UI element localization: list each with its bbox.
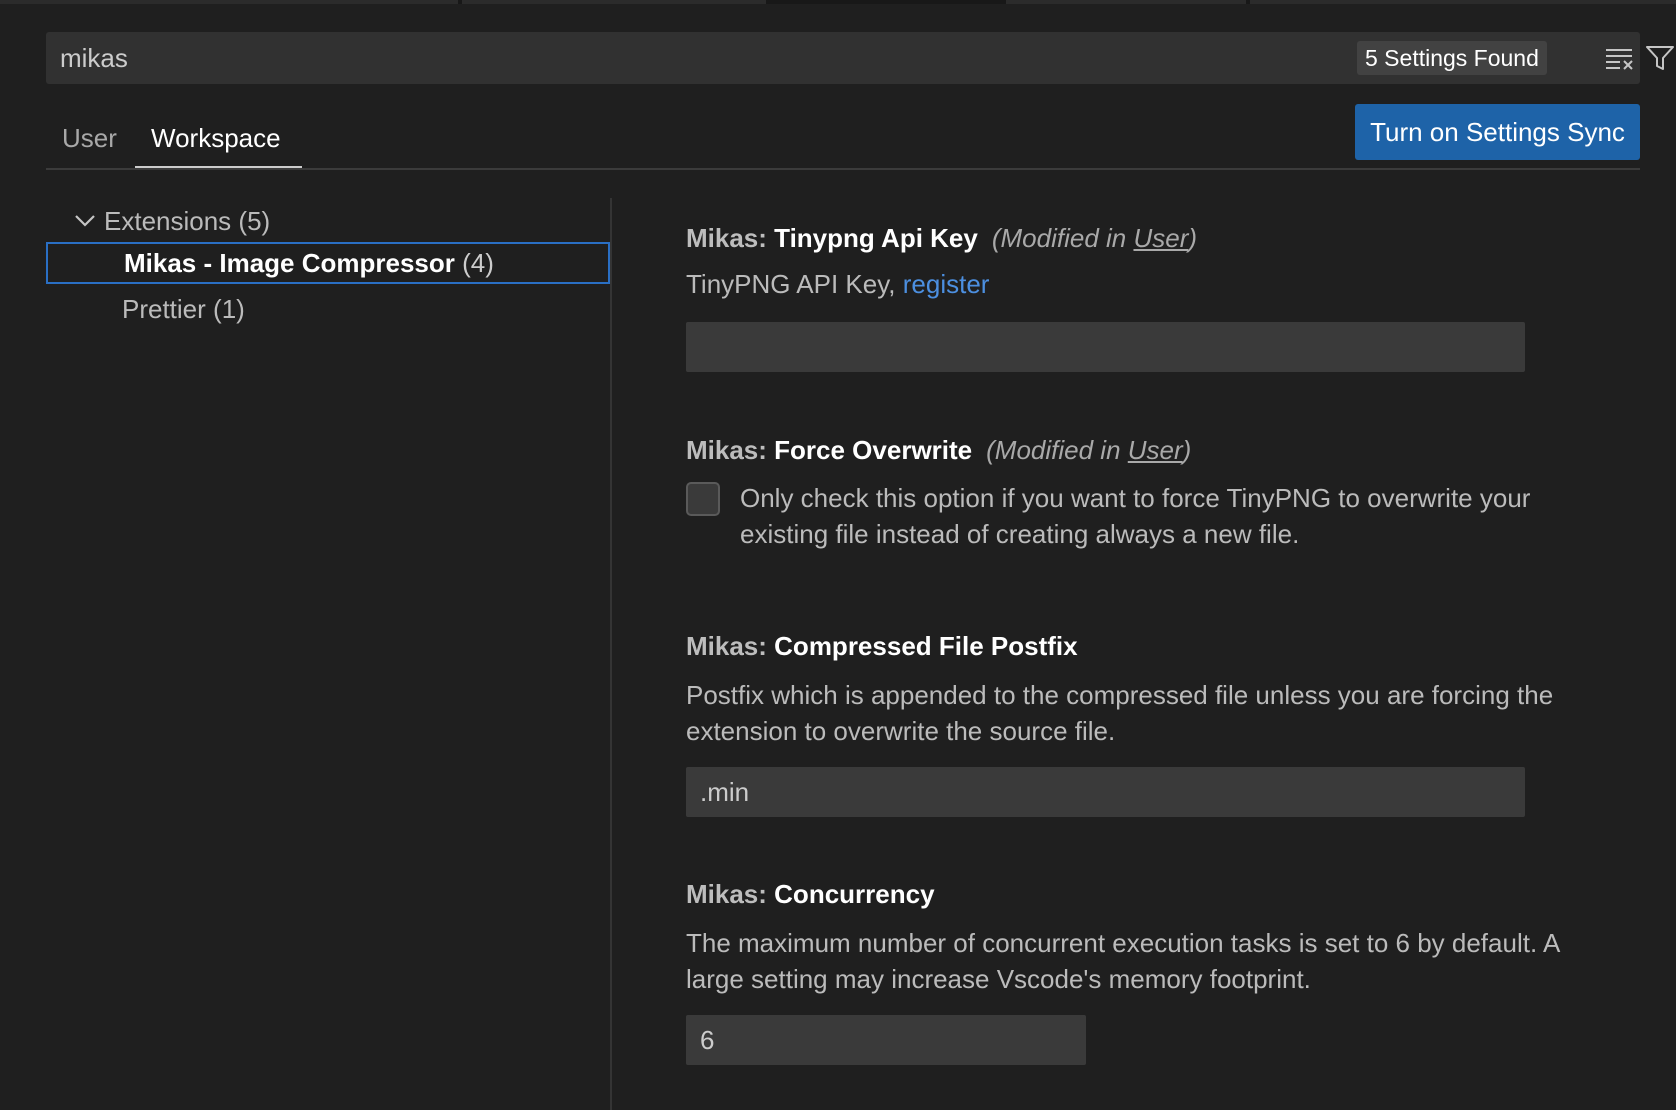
setting-label: Compressed File Postfix [774, 631, 1078, 661]
tab-workspace[interactable]: Workspace [151, 118, 281, 158]
tinypng-api-key-input[interactable] [686, 322, 1525, 372]
setting-label: Concurrency [774, 879, 935, 909]
setting-category: Mikas: [686, 223, 775, 253]
filter-icon[interactable] [1645, 44, 1675, 72]
toc-group-label: Extensions [104, 206, 232, 236]
setting-description-concurrency: The maximum number of concurrent executi… [686, 928, 1559, 994]
setting-title-compressed-file-postfix: Mikas: Compressed File Postfix [686, 628, 1078, 664]
setting-description-compressed-file-postfix: Postfix which is appended to the compres… [686, 680, 1554, 746]
toc-group-count: (5) [238, 206, 271, 236]
top-editor-tabs-strip [0, 0, 1676, 4]
force-overwrite-checkbox[interactable] [686, 482, 720, 516]
modified-in-user-link[interactable]: User [1128, 435, 1183, 465]
chevron-down-icon [75, 215, 95, 227]
settings-count-badge: 5 Settings Found [1357, 41, 1547, 75]
modified-indicator: (Modified in User) [992, 223, 1197, 253]
editor-tab-strip-segment [1006, 0, 1246, 4]
clear-filter-icon[interactable] [1605, 45, 1635, 71]
modified-indicator: (Modified in User) [986, 435, 1191, 465]
setting-title-tinypng-api-key: Mikas: Tinypng Api Key (Modified in User) [686, 220, 1197, 256]
concurrency-input[interactable] [686, 1015, 1086, 1065]
modified-in-user-link[interactable]: User [1133, 223, 1188, 253]
tab-user[interactable]: User [62, 118, 117, 158]
description-text: TinyPNG API Key, [686, 269, 903, 299]
setting-category: Mikas: [686, 879, 775, 909]
setting-label: Force Overwrite [774, 435, 973, 465]
tabs-divider [46, 168, 1640, 170]
modified-prefix: (Modified in [986, 435, 1128, 465]
setting-description-tinypng-api-key: TinyPNG API Key, register [686, 266, 1616, 302]
toc-item-count: (1) [213, 294, 245, 324]
toc-item-label: Mikas - Image Compressor [124, 248, 455, 278]
editor-tab-strip-segment [0, 0, 458, 4]
settings-search-bar: 5 Settings Found [46, 32, 1674, 84]
setting-label: Tinypng Api Key [774, 223, 978, 253]
toc-divider [610, 198, 612, 1110]
toc-item-count: (4) [462, 248, 494, 278]
toc-item-mikas-image-compressor[interactable]: Mikas - Image Compressor (4) [46, 242, 610, 284]
toc-item-label: Prettier [122, 294, 206, 324]
toc-item-prettier[interactable]: Prettier (1) [46, 288, 610, 330]
toc-group-extensions[interactable]: Extensions (5) [72, 200, 270, 242]
modified-suffix: ) [1182, 435, 1192, 465]
compressed-file-postfix-input[interactable] [686, 767, 1525, 817]
modified-prefix: (Modified in [991, 223, 1134, 253]
force-overwrite-description: Only check this option if you want to fo… [740, 483, 1531, 549]
editor-tab-strip-segment [462, 0, 766, 4]
editor-tab-strip-segment [1250, 0, 1676, 4]
setting-title-concurrency: Mikas: Concurrency [686, 876, 935, 912]
register-link[interactable]: register [903, 269, 990, 299]
turn-on-settings-sync-button[interactable]: Turn on Settings Sync [1355, 104, 1640, 160]
setting-category: Mikas: [686, 631, 775, 661]
settings-search-input[interactable] [60, 32, 1360, 84]
setting-title-force-overwrite: Mikas: Force Overwrite (Modified in User) [686, 432, 1191, 468]
setting-category: Mikas: [686, 435, 775, 465]
modified-suffix: ) [1188, 223, 1198, 253]
